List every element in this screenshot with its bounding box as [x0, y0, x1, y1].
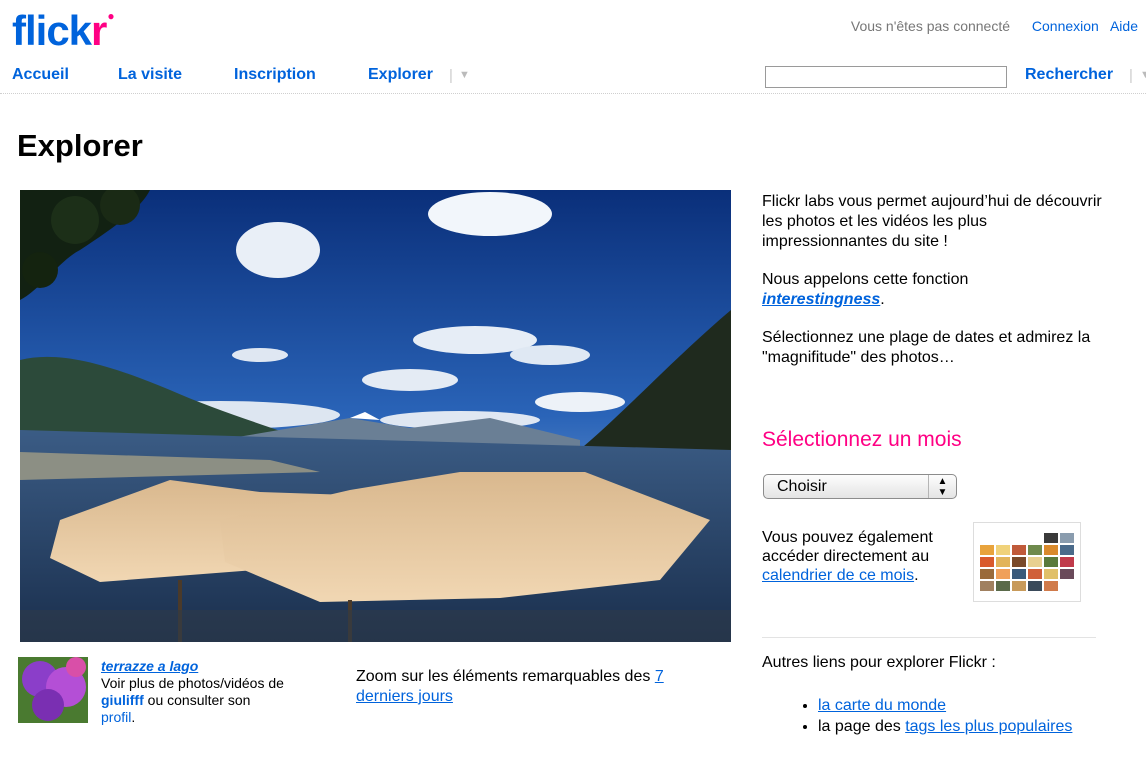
- calendar-suffix: .: [914, 567, 919, 584]
- login-status: Vous n'êtes pas connecté: [850, 18, 1011, 34]
- search-divider: |: [1129, 67, 1133, 84]
- help-link[interactable]: Aide: [1110, 18, 1138, 34]
- photo-title-link[interactable]: terrazze a lago: [101, 658, 198, 674]
- photo-caption: terrazze a lago Voir plus de photos/vidé…: [101, 658, 341, 726]
- select-arrows-icon: ▲ ▼: [928, 475, 956, 498]
- page-title: Explorer: [17, 128, 143, 163]
- month-heading: Sélectionnez un mois: [762, 428, 962, 451]
- profile-text: ou consulter son: [147, 692, 251, 708]
- search-input[interactable]: [765, 66, 1007, 88]
- login-link[interactable]: Connexion: [1032, 18, 1099, 34]
- explore-sidebar: Flickr labs vous permet aujourd’hui de d…: [762, 192, 1102, 386]
- nav-divider: |: [449, 67, 453, 84]
- interestingness-link[interactable]: interestingness: [762, 291, 880, 308]
- search-dropdown-icon[interactable]: ▼: [1140, 69, 1146, 81]
- zoom-label: Zoom sur les éléments remarquables des: [356, 668, 651, 685]
- world-map-link[interactable]: la carte du monde: [818, 697, 946, 714]
- profile-link[interactable]: profil: [101, 709, 131, 725]
- nav-home[interactable]: Accueil: [12, 66, 69, 84]
- interestingness-prefix: Nous appelons cette fonction: [762, 271, 969, 288]
- more-photos-text: Voir plus de photos/vidéos de: [101, 675, 284, 691]
- interestingness-suffix: .: [880, 291, 885, 308]
- account-bar: Vous n'êtes pas connecté Connexion Aide: [851, 18, 1146, 34]
- nav-explore[interactable]: Explorer: [368, 66, 433, 84]
- logo-dot: ●: [107, 9, 114, 23]
- calendar-text: Vous pouvez également accéder directemen…: [762, 528, 962, 585]
- logo-text-pink: r: [91, 7, 107, 54]
- month-select-value: Choisir: [777, 478, 827, 495]
- list-item: la carte du monde: [818, 695, 1118, 716]
- interestingness-text: Nous appelons cette fonction interesting…: [762, 270, 1102, 310]
- intro-text: Flickr labs vous permet aujourd’hui de d…: [762, 193, 1102, 250]
- search-button[interactable]: Rechercher: [1025, 66, 1113, 84]
- list-item: la page des tags les plus populaires: [818, 716, 1118, 737]
- zoom-text: Zoom sur les éléments remarquables des 7…: [356, 667, 706, 707]
- dates-text: Sélectionnez une plage de dates et admir…: [762, 329, 1091, 366]
- nav-tour[interactable]: La visite: [118, 66, 182, 84]
- sidebar-divider: [762, 637, 1096, 638]
- featured-photo[interactable]: [20, 190, 731, 642]
- flickr-logo[interactable]: flickr●: [12, 7, 115, 54]
- tags-prefix: la page des: [818, 718, 901, 735]
- calendar-thumbnail[interactable]: [973, 522, 1081, 602]
- month-select[interactable]: Choisir ▲ ▼: [763, 474, 957, 499]
- other-links-heading: Autres liens pour explorer Flickr :: [762, 654, 996, 671]
- nav-signup[interactable]: Inscription: [234, 66, 316, 84]
- other-links-list: la carte du monde la page des tags les p…: [790, 695, 1118, 737]
- calendar-link[interactable]: calendrier de ce mois: [762, 567, 914, 584]
- logo-text-blue: flick: [12, 7, 92, 54]
- owner-buddy-icon[interactable]: [18, 657, 88, 723]
- explore-dropdown-icon[interactable]: ▼: [459, 69, 470, 81]
- owner-link[interactable]: giulifff: [101, 692, 144, 708]
- caption-period: .: [131, 709, 136, 725]
- calendar-prefix: Vous pouvez également accéder directemen…: [762, 529, 933, 565]
- popular-tags-link[interactable]: tags les plus populaires: [905, 718, 1072, 735]
